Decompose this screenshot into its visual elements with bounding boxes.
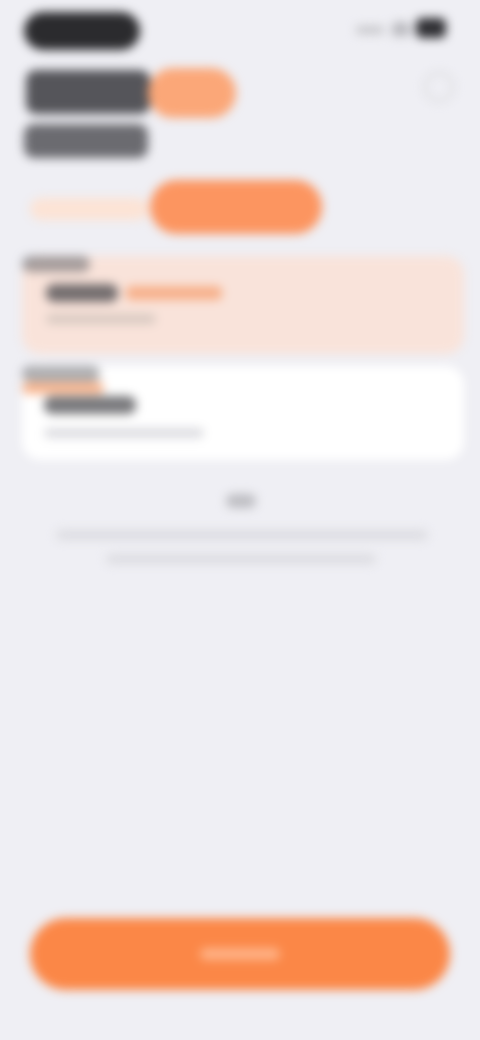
paywall-screen <box>0 0 480 1040</box>
plan-description <box>44 428 204 438</box>
plan-card-selected[interactable] <box>22 256 464 354</box>
plan-name <box>44 396 136 414</box>
battery-icon <box>416 18 446 38</box>
fine-print-icon <box>226 494 256 508</box>
page-title <box>26 70 150 114</box>
fine-print-line <box>106 554 376 564</box>
status-time <box>24 12 140 50</box>
continue-button-label <box>200 948 280 960</box>
plan-price <box>22 256 90 272</box>
plan-description <box>46 314 156 324</box>
plan-card[interactable] <box>22 366 464 460</box>
tab-monthly[interactable] <box>30 198 148 220</box>
page-subtitle <box>24 124 148 158</box>
plan-price <box>22 366 100 382</box>
fine-print-line <box>56 530 428 540</box>
tab-annual[interactable] <box>150 180 322 234</box>
continue-button[interactable] <box>30 918 450 990</box>
plan-price-note <box>22 382 104 394</box>
title-highlight-badge <box>148 68 236 118</box>
plan-discount-badge <box>126 286 222 300</box>
plan-name <box>46 284 118 302</box>
signal-icon <box>356 26 384 34</box>
info-icon[interactable] <box>424 72 454 102</box>
wifi-icon <box>392 22 410 36</box>
